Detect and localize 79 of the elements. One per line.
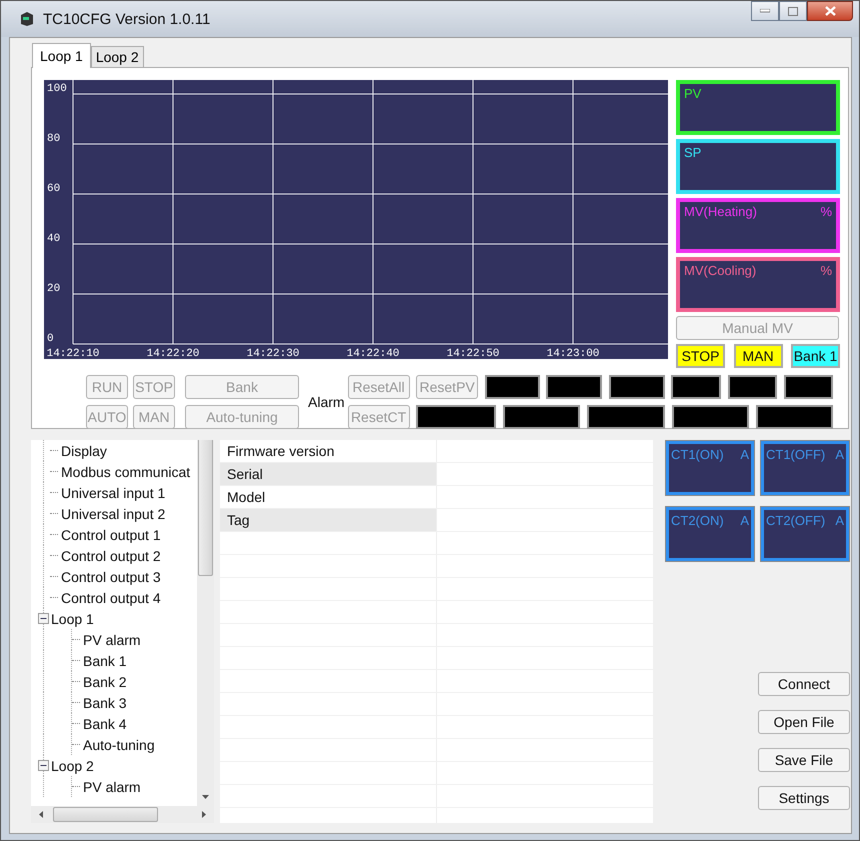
x-axis-label: 14:22:10 [46, 348, 100, 359]
alarm-indicator [608, 375, 665, 399]
display-unit: A [835, 447, 844, 462]
y-axis-label: 40 [47, 233, 60, 245]
display-label: PV [684, 86, 702, 101]
collapse-icon[interactable] [38, 760, 49, 771]
x-axis-label: 14:22:40 [346, 348, 400, 359]
x-axis-label: 14:23:00 [546, 348, 600, 359]
tree-item[interactable]: Modbus communicat [61, 464, 190, 480]
action-button[interactable]: Connect [758, 672, 850, 696]
collapse-icon[interactable] [38, 613, 49, 624]
scroll-down-icon [202, 795, 209, 799]
tree-item[interactable]: Loop 1 [51, 610, 94, 626]
tree-item[interactable]: Bank 1 [83, 652, 127, 668]
display-label: MV(Heating) [684, 204, 757, 219]
display-unit: A [835, 513, 844, 528]
table-cell-text: Tag [226, 511, 251, 530]
display-label: CT2(ON) [671, 513, 724, 528]
minimize-button[interactable] [751, 1, 779, 21]
display-label: CT1(OFF) [766, 447, 826, 462]
alarm-indicator [728, 375, 777, 399]
tree-item[interactable]: Universal input 2 [61, 506, 166, 522]
minimize-icon [760, 9, 770, 13]
status-indicator: STOP [676, 344, 725, 368]
tree-item[interactable]: Control output 4 [61, 590, 161, 606]
maximize-icon [788, 6, 798, 16]
action-button[interactable]: Save File [758, 748, 850, 772]
scroll-left-icon [39, 811, 43, 818]
y-axis-label: 80 [47, 133, 60, 145]
horizontal-scrollbar[interactable] [31, 806, 214, 823]
display-label: MV(Cooling) [684, 263, 756, 278]
x-axis-label: 14:22:30 [246, 348, 300, 359]
tree-item[interactable]: Loop 2 [51, 758, 94, 774]
table-cell-text: Firmware version [226, 442, 336, 461]
display-unit: A [740, 447, 749, 462]
display-unit: A [740, 513, 749, 528]
tree-item[interactable]: Control output 3 [61, 568, 161, 584]
y-axis-label: 0 [47, 333, 54, 345]
status-indicator: MAN [734, 344, 782, 368]
tree-item[interactable]: Auto-tuning [83, 736, 155, 752]
tree-item[interactable]: Control output 2 [61, 548, 161, 564]
maximize-button[interactable] [779, 1, 807, 21]
status-indicator: Bank 1 [791, 344, 840, 368]
display-unit: % [820, 263, 832, 278]
device-icon [19, 11, 35, 27]
y-axis-label: 20 [47, 283, 60, 295]
alarm-indicator [484, 375, 540, 399]
tree-item[interactable]: Control output 1 [61, 526, 161, 542]
x-axis-label: 14:22:20 [146, 348, 200, 359]
scroll-right-icon [202, 811, 206, 818]
y-axis-label: 100 [47, 83, 67, 95]
alarm-label: Alarm [308, 394, 345, 410]
scroll-thumb[interactable] [53, 807, 158, 822]
close-icon [824, 6, 836, 16]
action-button[interactable]: Settings [758, 786, 850, 810]
display-label: CT1(ON) [671, 447, 724, 462]
alarm-indicator [784, 375, 832, 399]
window-title: TC10CFG Version 1.0.11 [43, 10, 212, 28]
action-button[interactable]: Open File [758, 710, 850, 734]
table-cell-text: Serial [226, 465, 264, 484]
display-label: SP [684, 145, 702, 160]
alarm-indicator [546, 375, 602, 399]
x-axis-label: 14:22:50 [446, 348, 500, 359]
tree-item[interactable]: Bank 4 [83, 716, 127, 732]
tree-item[interactable]: Universal input 1 [61, 484, 166, 500]
tree-item[interactable]: Bank 2 [83, 674, 127, 690]
vertical-scrollbar[interactable] [197, 440, 214, 806]
alarm-indicator [671, 375, 722, 399]
tree-item[interactable]: PV alarm [83, 632, 141, 648]
tab[interactable]: Loop 1 [32, 43, 91, 68]
tree-item[interactable]: Bank 3 [83, 694, 127, 710]
display-label: CT2(OFF) [766, 513, 826, 528]
tab[interactable]: Loop 2 [90, 46, 144, 67]
display-unit: % [820, 204, 832, 219]
table-cell-text: Model [226, 488, 266, 507]
tree-item[interactable]: Display [61, 442, 107, 458]
y-axis-label: 60 [47, 183, 60, 195]
tree-item[interactable]: PV alarm [83, 778, 141, 794]
close-button[interactable] [807, 1, 853, 21]
